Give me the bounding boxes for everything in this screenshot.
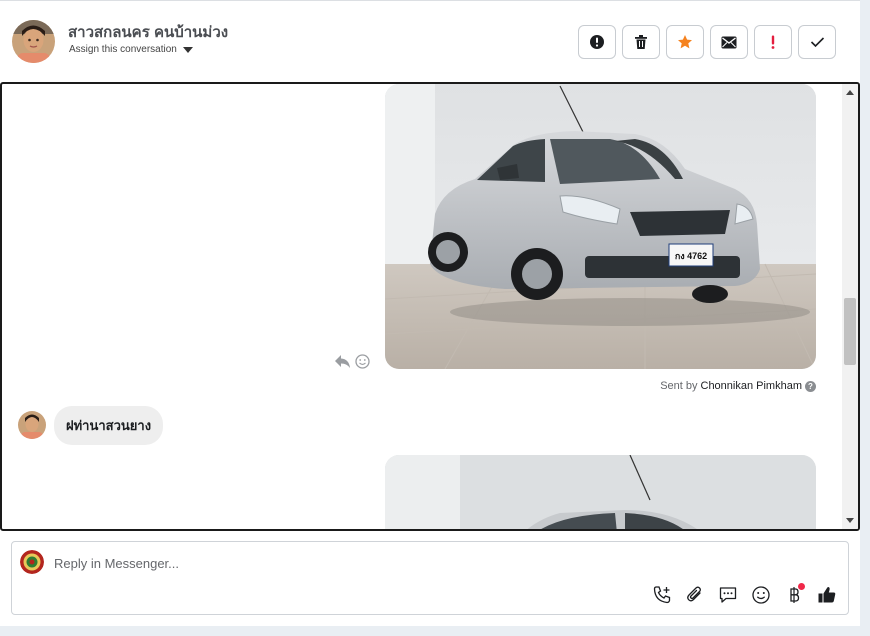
mark-unread-button[interactable] (710, 25, 748, 59)
contact-avatar[interactable] (12, 20, 55, 63)
exclamation-icon (771, 35, 775, 49)
reply-icon[interactable] (334, 354, 351, 369)
like-button[interactable] (816, 584, 838, 606)
notification-dot (798, 583, 805, 590)
incoming-message-bubble[interactable]: ฝท่านาสวนยาง (54, 406, 164, 445)
react-emoji-icon[interactable] (355, 354, 370, 369)
delete-button[interactable] (622, 25, 660, 59)
saved-replies-button[interactable] (717, 584, 739, 606)
help-icon[interactable]: ? (805, 380, 816, 392)
call-button[interactable] (651, 584, 673, 606)
caret-down-icon (182, 46, 193, 53)
star-icon (678, 35, 692, 49)
scroll-up-arrow-icon[interactable] (846, 90, 854, 95)
sender-avatar (18, 411, 46, 439)
assign-conversation-dropdown[interactable]: Assign this conversation (69, 44, 193, 55)
phone-plus-icon (653, 586, 671, 604)
thread-scrollbar[interactable] (842, 84, 858, 529)
important-button[interactable] (754, 25, 792, 59)
conversation-actions (578, 25, 836, 59)
message-tools (334, 354, 370, 369)
emoji-button[interactable] (750, 584, 772, 606)
message-thread[interactable]: กง 4762 Sent by Chonnikan Pimkham ? ฝท่า… (0, 82, 860, 531)
car-photo-message[interactable]: กง 4762 (385, 84, 816, 369)
attach-button[interactable] (684, 584, 706, 606)
paperclip-icon (687, 586, 701, 602)
scroll-down-arrow-icon[interactable] (846, 518, 854, 523)
sent-by-agent: Chonnikan Pimkham (700, 380, 803, 392)
report-button[interactable] (578, 25, 616, 59)
assign-label: Assign this conversation (69, 44, 177, 55)
done-button[interactable] (798, 25, 836, 59)
conversation-panel: สาวสกลนคร คนบ้านม่วง Assign this convers… (0, 0, 860, 626)
conversation-header: สาวสกลนคร คนบ้านม่วง Assign this convers… (0, 0, 860, 82)
sent-by-prefix: Sent by (660, 380, 698, 392)
license-plate-text: กง 4762 (675, 251, 707, 261)
reply-composer (11, 541, 849, 615)
scroll-thumb[interactable] (844, 298, 856, 365)
reply-input[interactable] (54, 552, 814, 574)
alert-circle-icon (590, 35, 604, 49)
car-photo-message-2[interactable] (385, 455, 816, 529)
chat-bubble-icon (719, 587, 737, 603)
thumbs-up-icon (818, 586, 836, 603)
check-icon (810, 37, 824, 48)
trash-icon (635, 35, 647, 49)
sent-by-info: Sent by Chonnikan Pimkham ? (660, 380, 816, 392)
payment-button[interactable] (783, 583, 805, 606)
contact-name: สาวสกลนคร คนบ้านม่วง (68, 24, 229, 41)
page-avatar (20, 550, 44, 574)
smiley-icon (752, 586, 770, 604)
composer-toolbar (651, 583, 838, 606)
star-button[interactable] (666, 25, 704, 59)
envelope-icon (721, 36, 737, 48)
